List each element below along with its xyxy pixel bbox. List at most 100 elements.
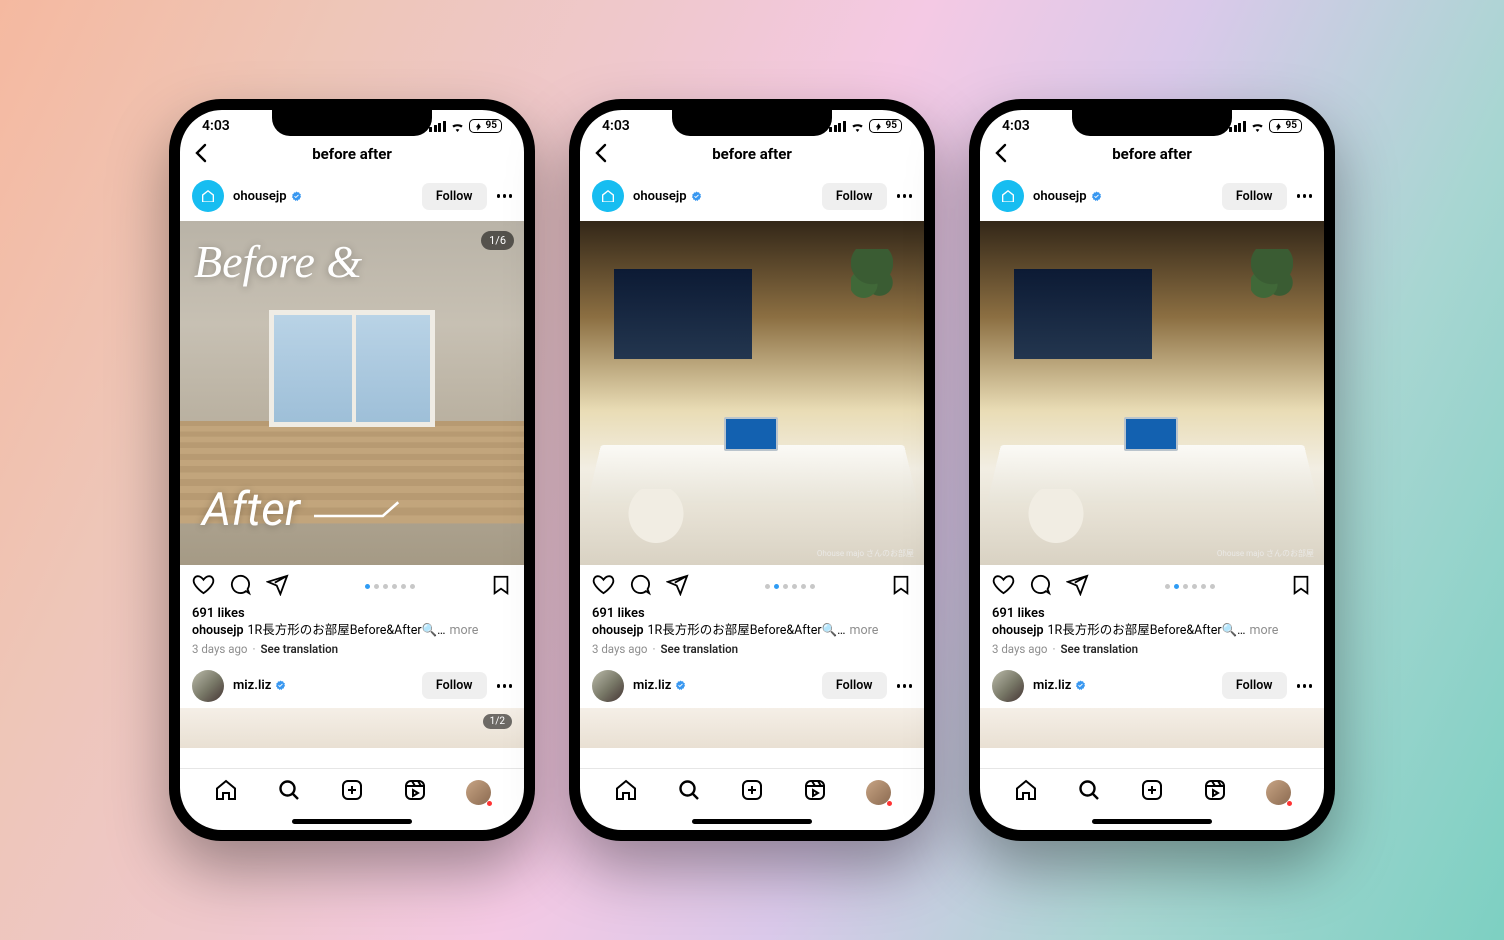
see-translation-button[interactable]: See translation [1061, 642, 1139, 656]
tab-create[interactable] [740, 778, 764, 806]
verified-badge-icon [1091, 191, 1102, 202]
next-post-header: miz.liz Follow [980, 658, 1324, 708]
author-username-2[interactable]: miz.liz [1033, 678, 1086, 693]
tab-search[interactable] [1077, 778, 1101, 806]
tab-home[interactable] [214, 778, 238, 806]
author-avatar[interactable] [192, 180, 224, 212]
tab-reels[interactable] [403, 778, 427, 806]
post-caption[interactable]: ohousejp1R長方形のお部屋Before&After🔍…more [580, 621, 924, 640]
device-notch [1072, 110, 1232, 136]
share-button[interactable] [266, 573, 289, 600]
tab-profile[interactable] [1266, 780, 1291, 805]
device-notch [672, 110, 832, 136]
media-overlay-text-top: Before & [194, 235, 362, 288]
verified-badge-icon [1075, 680, 1086, 691]
nav-bar: before after [980, 137, 1324, 171]
follow-button-2[interactable]: Follow [1222, 672, 1287, 699]
post-options-button-2[interactable] [1297, 684, 1313, 688]
likes-count[interactable]: 691 likes [180, 606, 524, 621]
verified-badge-icon [291, 191, 302, 202]
next-post-preview[interactable] [980, 708, 1324, 748]
post-options-button[interactable] [1297, 194, 1313, 198]
status-time: 4:03 [1002, 118, 1030, 134]
like-button[interactable] [592, 573, 615, 600]
nav-bar: before after [580, 137, 924, 171]
author-username[interactable]: ohousejp [1033, 189, 1102, 204]
wifi-icon [1250, 121, 1265, 132]
media-attribution: Ohouse majo さんのお部屋 [817, 548, 914, 559]
battery-indicator: 95 [469, 119, 502, 133]
tab-bar [580, 768, 924, 815]
tab-home[interactable] [1014, 778, 1038, 806]
media-overlay-text-bottom: After [202, 483, 400, 537]
battery-indicator: 95 [869, 119, 902, 133]
tab-reels[interactable] [1203, 778, 1227, 806]
author-username[interactable]: ohousejp [633, 189, 702, 204]
post-caption[interactable]: ohousejp 1R長方形のお部屋Before&After🔍… more [180, 621, 524, 640]
author-avatar[interactable] [592, 180, 624, 212]
post-options-button-2[interactable] [897, 684, 913, 688]
author-avatar-2[interactable] [992, 670, 1024, 702]
author-avatar-2[interactable] [592, 670, 624, 702]
next-post-preview[interactable] [580, 708, 924, 748]
like-button[interactable] [192, 573, 215, 600]
carousel-dots [1089, 584, 1290, 589]
likes-count[interactable]: 691 likes [980, 606, 1324, 621]
post-header: ohousejp Follow [580, 171, 924, 221]
post-media[interactable]: Before & After 1/6 [180, 221, 524, 565]
author-avatar[interactable] [992, 180, 1024, 212]
post-meta: 3 days ago· See translation [580, 640, 924, 658]
post-meta: 3 days ago· See translation [980, 640, 1324, 658]
share-button[interactable] [1066, 573, 1089, 600]
back-button[interactable] [194, 143, 208, 167]
save-button[interactable] [1290, 574, 1312, 600]
author-username-2[interactable]: miz.liz [233, 678, 286, 693]
carousel-counter-2: 1/2 [483, 714, 512, 729]
next-post-preview[interactable]: 1/2 [180, 708, 524, 748]
see-translation-button[interactable]: See translation [261, 642, 339, 656]
media-attribution: Ohouse majo さんのお部屋 [1217, 548, 1314, 559]
tab-search[interactable] [677, 778, 701, 806]
post-media[interactable]: Ohouse majo さんのお部屋 [980, 221, 1324, 565]
share-button[interactable] [666, 573, 689, 600]
tab-reels[interactable] [803, 778, 827, 806]
post-media[interactable]: Ohouse majo さんのお部屋 [580, 221, 924, 565]
author-username[interactable]: ohousejp [233, 189, 302, 204]
like-button[interactable] [992, 573, 1015, 600]
comment-button[interactable] [229, 573, 252, 600]
back-button[interactable] [594, 143, 608, 167]
comment-button[interactable] [1029, 573, 1052, 600]
follow-button[interactable]: Follow [822, 183, 887, 210]
follow-button[interactable]: Follow [422, 183, 487, 210]
tab-search[interactable] [277, 778, 301, 806]
save-button[interactable] [490, 574, 512, 600]
tab-profile[interactable] [466, 780, 491, 805]
tab-create[interactable] [340, 778, 364, 806]
nav-bar: before after [180, 137, 524, 171]
post-actions [580, 565, 924, 604]
post-options-button-2[interactable] [497, 684, 513, 688]
post-options-button[interactable] [897, 194, 913, 198]
carousel-dots [289, 584, 490, 589]
post-options-button[interactable] [497, 194, 513, 198]
likes-count[interactable]: 691 likes [580, 606, 924, 621]
phone-mockup-1: 4:03 95 before after ohousejp Follow Bef… [169, 99, 535, 841]
carousel-counter: 1/6 [481, 231, 514, 250]
post-age: 3 days ago [192, 642, 247, 656]
tab-profile[interactable] [866, 780, 891, 805]
tab-create[interactable] [1140, 778, 1164, 806]
follow-button[interactable]: Follow [1222, 183, 1287, 210]
home-indicator [292, 819, 412, 824]
author-username-2[interactable]: miz.liz [633, 678, 686, 693]
verified-badge-icon [675, 680, 686, 691]
follow-button-2[interactable]: Follow [422, 672, 487, 699]
see-translation-button[interactable]: See translation [661, 642, 739, 656]
save-button[interactable] [890, 574, 912, 600]
author-avatar-2[interactable] [192, 670, 224, 702]
comment-button[interactable] [629, 573, 652, 600]
post-caption[interactable]: ohousejp1R長方形のお部屋Before&After🔍…more [980, 621, 1324, 640]
follow-button-2[interactable]: Follow [822, 672, 887, 699]
tab-home[interactable] [614, 778, 638, 806]
tab-bar [980, 768, 1324, 815]
back-button[interactable] [994, 143, 1008, 167]
